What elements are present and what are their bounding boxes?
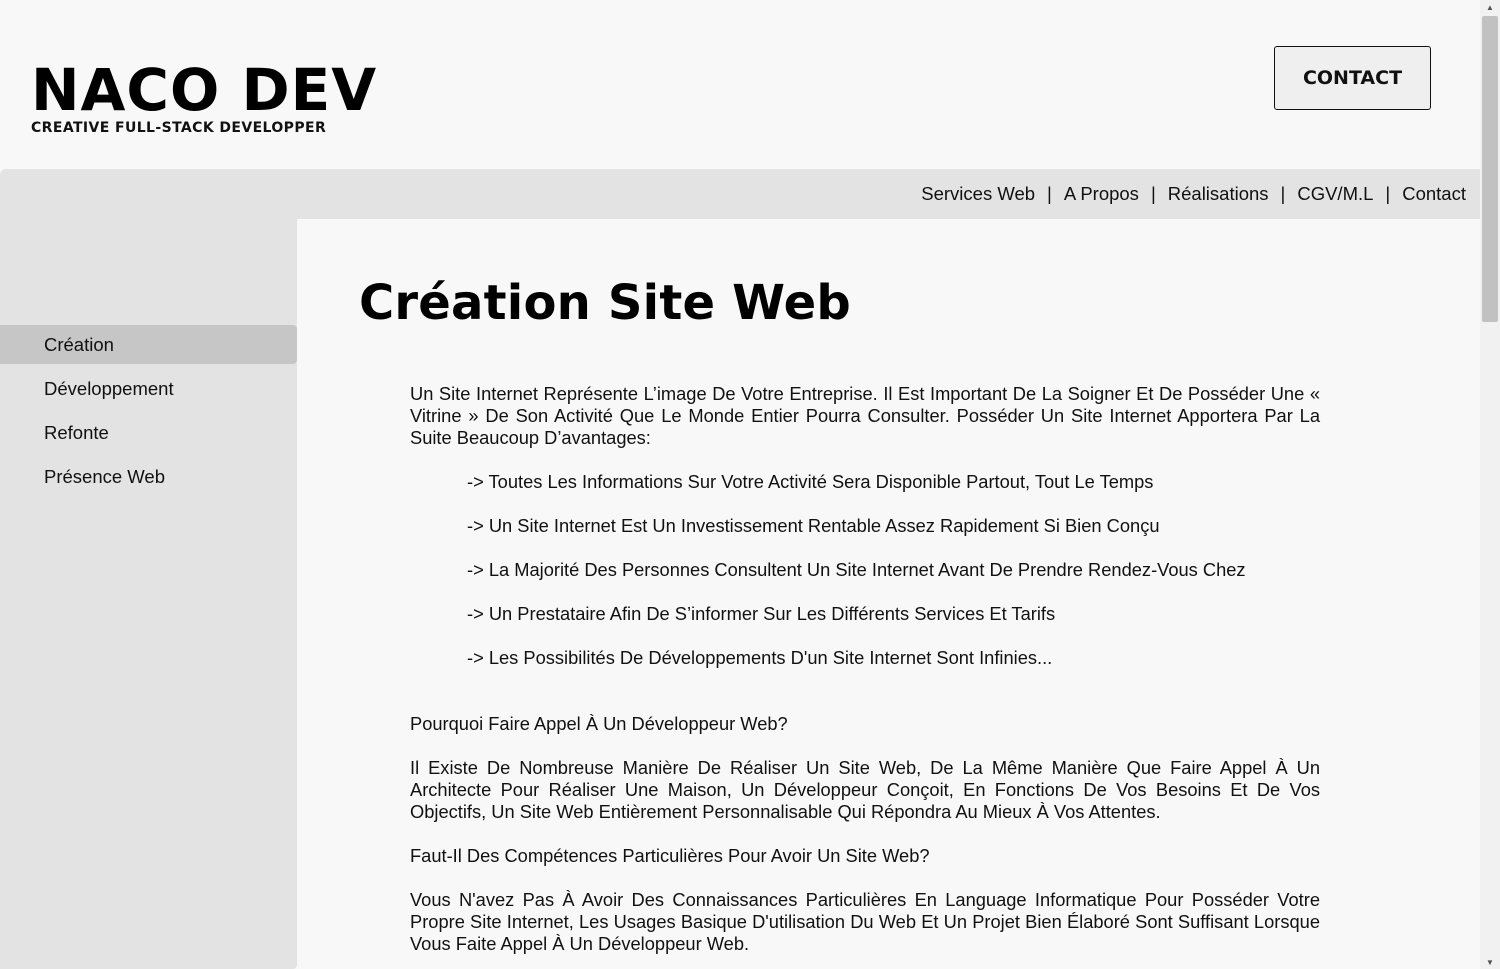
benefit-item: -> Un Prestataire Afin De S’informer Sur… <box>467 603 1056 624</box>
scrollbar-thumb[interactable] <box>1482 16 1498 322</box>
page-title: Création Site Web <box>359 275 851 331</box>
nav-link-services-web[interactable]: Services Web <box>921 183 1035 205</box>
sidebar-item-developpement[interactable]: Développement <box>0 369 297 408</box>
sidebar-item-creation[interactable]: Création <box>0 325 297 364</box>
benefit-item: -> La Majorité Des Personnes Consultent … <box>467 559 1246 580</box>
sidebar: Création Développement Refonte Présence … <box>0 219 297 969</box>
main-content: Création Site Web Un Site Internet Repré… <box>297 219 1480 969</box>
faq-answer: Vous N'avez Pas À Avoir Des Connaissance… <box>410 889 1320 954</box>
sidebar-item-presence-web[interactable]: Présence Web <box>0 457 297 496</box>
sidebar-item-label: Refonte <box>44 421 109 443</box>
sidebar-item-label: Développement <box>44 377 174 399</box>
sidebar-item-label: Présence Web <box>44 465 165 487</box>
intro-paragraph: Un Site Internet Représente L’image De V… <box>410 383 1320 448</box>
article-body: Un Site Internet Représente L’image De V… <box>410 383 1320 955</box>
faq-question: Faut-Il Des Compétences Particulières Po… <box>410 845 930 866</box>
page: NACO DEV CREATIVE FULL-STACK DEVELOPPER … <box>0 0 1480 969</box>
sidebar-item-label: Création <box>44 333 114 355</box>
faq-answer: Il Existe De Nombreuse Manière De Réalis… <box>410 757 1320 822</box>
top-nav: Services Web | A Propos | Réalisations |… <box>0 169 1480 219</box>
vertical-scrollbar[interactable]: ▲ ▼ <box>1480 0 1500 969</box>
benefit-item: -> Les Possibilités De Développements D'… <box>467 647 1053 668</box>
sidebar-item-refonte[interactable]: Refonte <box>0 413 297 452</box>
benefit-item: -> Un Site Internet Est Un Investissemen… <box>467 515 1160 536</box>
nav-separator: | <box>1385 183 1391 204</box>
nav-links: Services Web | A Propos | Réalisations |… <box>921 169 1466 219</box>
brand-logo[interactable]: NACO DEV CREATIVE FULL-STACK DEVELOPPER <box>31 58 377 136</box>
nav-separator: | <box>1150 183 1156 204</box>
brand-title: NACO DEV <box>31 56 378 124</box>
nav-separator: | <box>1280 183 1286 204</box>
nav-link-contact[interactable]: Contact <box>1402 183 1466 205</box>
nav-link-cgv[interactable]: CGV/M.L <box>1297 183 1373 205</box>
scroll-down-icon[interactable]: ▼ <box>1480 955 1500 969</box>
scroll-up-icon[interactable]: ▲ <box>1480 0 1500 14</box>
benefit-item: -> Toutes Les Informations Sur Votre Act… <box>467 471 1154 492</box>
contact-button[interactable]: CONTACT <box>1274 46 1431 110</box>
faq-question: Pourquoi Faire Appel À Un Développeur We… <box>410 713 788 734</box>
brand-subtitle: CREATIVE FULL-STACK DEVELOPPER <box>31 120 327 136</box>
nav-link-realisations[interactable]: Réalisations <box>1168 183 1269 205</box>
nav-link-a-propos[interactable]: A Propos <box>1064 183 1139 205</box>
nav-separator: | <box>1047 183 1052 204</box>
